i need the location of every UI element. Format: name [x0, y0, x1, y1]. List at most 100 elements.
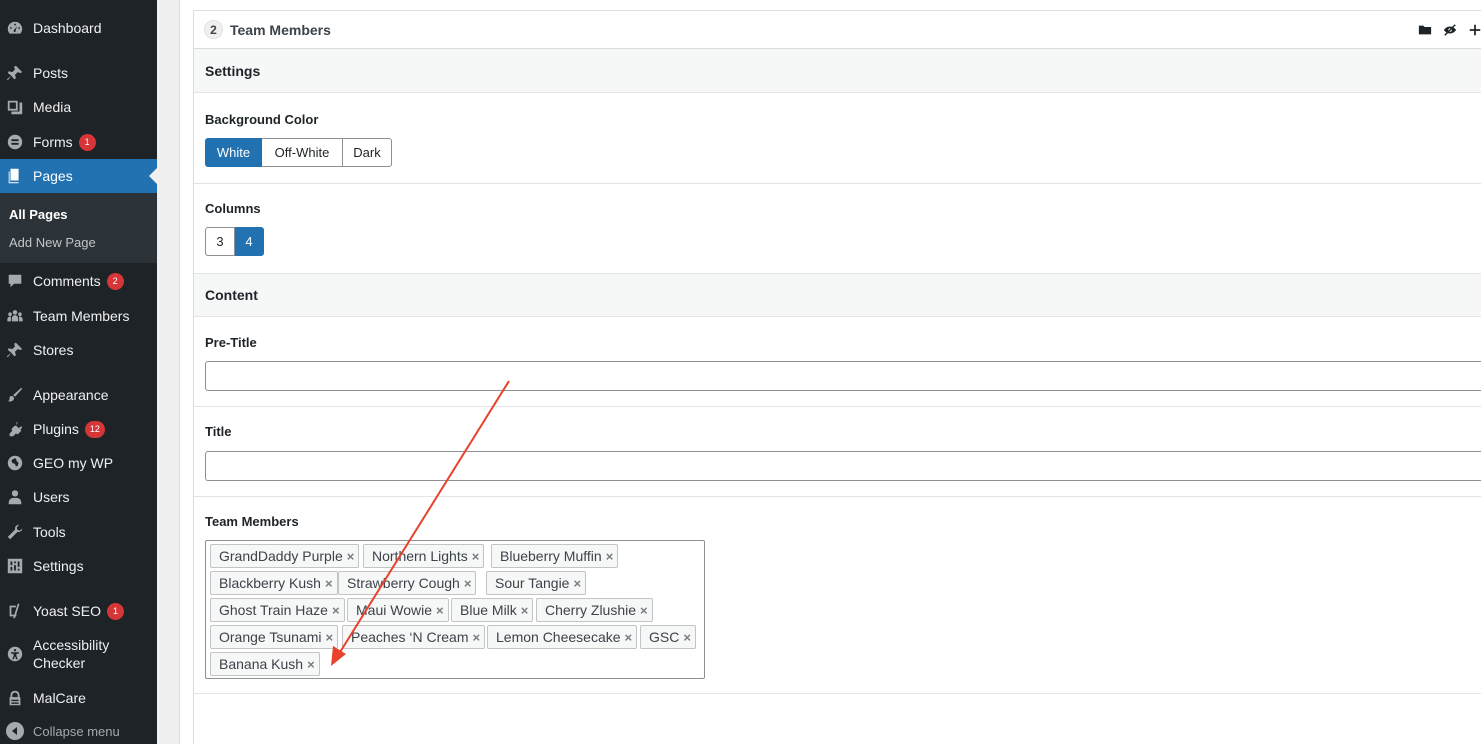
sidebar-item-comments[interactable]: Comments 2 [0, 264, 157, 298]
sidebar-item-geo-my-wp[interactable]: GEO my WP [0, 446, 157, 480]
sidebar-item-label: Forms [33, 134, 73, 150]
sidebar-item-label: GEO my WP [33, 455, 114, 471]
sidebar-item-label: Media [33, 99, 72, 115]
columns-option-4[interactable]: 4 [235, 227, 264, 256]
sidebar-item-label: MalCare [33, 690, 86, 706]
collapse-menu-button[interactable]: Collapse menu [0, 718, 157, 744]
selected-tag: Ghost Train Haze × [210, 598, 345, 622]
selected-tag: GSC × [640, 625, 696, 649]
tag-label: Ghost Train Haze [219, 602, 328, 618]
collapse-arrow-icon [6, 722, 24, 740]
sidebar-item-yoast-seo[interactable]: Yoast SEO 1 [0, 594, 157, 628]
tag-label: Peaches ‘N Cream [351, 629, 469, 645]
background-color-option-off-white[interactable]: Off-White [262, 138, 343, 167]
hidden-eye-icon[interactable] [1442, 22, 1458, 38]
submenu-add-new-page[interactable]: Add New Page [9, 235, 96, 250]
sidebar-item-forms[interactable]: Forms 1 [0, 125, 157, 159]
submenu-all-pages[interactable]: All Pages [9, 207, 68, 222]
tag-label: Blue Milk [460, 602, 517, 618]
divider [194, 693, 1481, 694]
forms-count-badge: 1 [78, 133, 96, 151]
columns-option-3[interactable]: 3 [205, 227, 235, 256]
remove-tag-icon[interactable]: × [436, 603, 444, 618]
pre-title-input[interactable] [205, 361, 1481, 391]
sidebar-item-malcare[interactable]: MalCare [0, 681, 157, 715]
sidebar-item-team-members[interactable]: Team Members [0, 299, 157, 333]
content-section-heading[interactable]: Content [194, 273, 1481, 317]
sidebar-item-dashboard[interactable]: Dashboard [0, 11, 157, 45]
sidebar-item-media[interactable]: Media [0, 90, 157, 124]
remove-tag-icon[interactable]: × [683, 630, 691, 645]
pin-icon [5, 340, 25, 360]
selected-tag: Blueberry Muffin × [491, 544, 619, 568]
folder-icon[interactable] [1417, 22, 1433, 38]
sidebar-item-stores[interactable]: Stores [0, 333, 157, 367]
remove-tag-icon[interactable]: × [325, 630, 333, 645]
sidebar-item-users[interactable]: Users [0, 480, 157, 514]
sidebar-item-tools[interactable]: Tools [0, 515, 157, 549]
remove-tag-icon[interactable]: × [464, 576, 472, 591]
team-members-label: Team Members [205, 514, 299, 529]
panel-title: Team Members [230, 21, 331, 38]
selected-tag: Lemon Cheesecake × [487, 625, 638, 649]
background-color-option-dark[interactable]: Dark [343, 138, 392, 167]
pages-icon [5, 166, 25, 186]
comments-count-badge: 2 [106, 272, 124, 290]
sidebar-item-pages[interactable]: Pages [0, 159, 157, 193]
sidebar-item-posts[interactable]: Posts [0, 56, 157, 90]
title-input[interactable] [205, 451, 1481, 481]
selected-tag: Sour Tangie × [486, 571, 587, 595]
tag-label: GrandDaddy Purple [219, 548, 343, 564]
tag-label: GSC [649, 629, 680, 645]
accessibility-icon [5, 644, 25, 664]
divider [194, 406, 1481, 407]
tag-label: Northern Lights [372, 548, 468, 564]
sidebar-item-settings[interactable]: Settings [0, 549, 157, 583]
remove-tag-icon[interactable]: × [606, 549, 614, 564]
tag-label: Cherry Zlushie [545, 602, 637, 618]
settings-section-heading[interactable]: Settings [194, 49, 1481, 93]
remove-tag-icon[interactable]: × [332, 603, 340, 618]
remove-tag-icon[interactable]: × [347, 549, 355, 564]
sidebar-item-label: Users [33, 489, 70, 505]
panel-header[interactable]: 2 Team Members [194, 11, 1481, 49]
remove-tag-icon[interactable]: × [640, 603, 648, 618]
forms-icon [5, 132, 25, 152]
media-icon [5, 97, 25, 117]
selected-tag: Blackberry Kush × [210, 571, 338, 595]
remove-tag-icon[interactable]: × [325, 576, 333, 591]
dashboard-icon [5, 18, 25, 38]
sidebar-item-label: Tools [33, 524, 66, 540]
wrench-icon [5, 522, 25, 542]
block-order-number: 2 [204, 20, 223, 39]
columns-button-group: 3 4 [205, 227, 264, 256]
sidebar-item-label: Comments [33, 273, 101, 289]
selected-tag: GrandDaddy Purple × [210, 544, 360, 568]
sidebar-item-plugins[interactable]: Plugins 12 [0, 412, 157, 446]
sidebar-item-accessibility-checker[interactable]: Accessibility Checker [0, 636, 157, 672]
background-color-option-white[interactable]: White [205, 138, 262, 167]
plus-icon[interactable] [1467, 22, 1481, 38]
plugin-icon [5, 419, 25, 439]
team-members-multiselect[interactable]: GrandDaddy Purple × Northern Lights × Blue… [205, 540, 705, 679]
tag-label: Orange Tsunami [219, 629, 322, 645]
sidebar-item-appearance[interactable]: Appearance [0, 378, 157, 412]
remove-tag-icon[interactable]: × [473, 630, 481, 645]
remove-tag-icon[interactable]: × [625, 630, 633, 645]
paintbrush-icon [5, 385, 25, 405]
remove-tag-icon[interactable]: × [521, 603, 529, 618]
remove-tag-icon[interactable]: × [472, 549, 480, 564]
plugins-update-badge: 12 [84, 420, 105, 438]
tag-label: Blueberry Muffin [500, 548, 602, 564]
users-icon [5, 487, 25, 507]
remove-tag-icon[interactable]: × [573, 576, 581, 591]
remove-tag-icon[interactable]: × [307, 657, 315, 672]
pin-icon [5, 63, 25, 83]
yoast-notification-badge: 1 [106, 602, 124, 620]
tag-label: Sour Tangie [495, 575, 570, 591]
sidebar-item-label: Stores [33, 342, 74, 358]
pre-title-label: Pre-Title [205, 335, 257, 350]
tag-label: Blackberry Kush [219, 575, 321, 591]
selected-tag: Cherry Zlushie × [536, 598, 653, 622]
sidebar-item-label: Settings [33, 558, 84, 574]
